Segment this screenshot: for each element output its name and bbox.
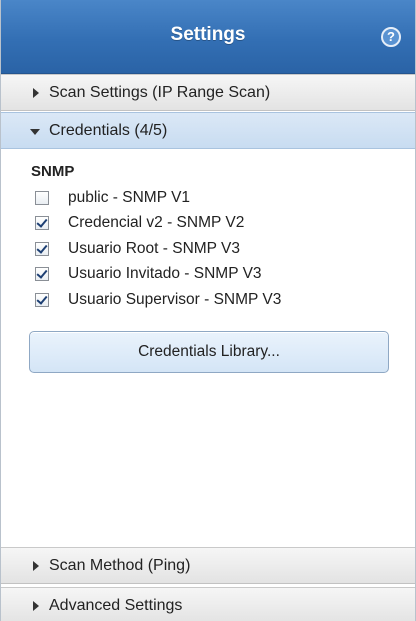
credential-item[interactable]: Usuario Supervisor - SNMP V3 (35, 287, 281, 313)
credential-checkbox[interactable] (35, 292, 49, 307)
section-advanced-settings[interactable]: Advanced Settings (1, 587, 415, 621)
credential-checkbox[interactable] (35, 267, 49, 282)
chevron-right-icon (33, 88, 39, 98)
section-credentials[interactable]: Credentials (4/5) (1, 112, 415, 149)
settings-title-bar: Settings ? (1, 0, 415, 74)
chevron-right-icon (33, 561, 39, 571)
snmp-group-title: SNMP (31, 163, 75, 180)
credentials-content: SNMP public - SNMP V1 Credencial v2 - SN… (1, 149, 415, 545)
credential-label: Usuario Invitado - SNMP V3 (68, 265, 262, 283)
credential-item[interactable]: public - SNMP V1 (35, 185, 281, 211)
credential-item[interactable]: Usuario Invitado - SNMP V3 (35, 262, 281, 288)
credential-checkbox[interactable] (35, 241, 49, 256)
chevron-right-icon (33, 601, 39, 611)
credential-label: Usuario Supervisor - SNMP V3 (68, 290, 282, 308)
credential-list: public - SNMP V1 Credencial v2 - SNMP V2… (35, 185, 281, 313)
page-title: Settings (170, 24, 246, 45)
credential-item[interactable]: Credencial v2 - SNMP V2 (35, 211, 281, 237)
credential-checkbox[interactable] (35, 190, 49, 205)
settings-panel: Settings ? Scan Settings (IP Range Scan)… (0, 0, 416, 621)
credential-label: Credencial v2 - SNMP V2 (68, 214, 245, 232)
help-icon[interactable]: ? (381, 27, 401, 47)
credential-item[interactable]: Usuario Root - SNMP V3 (35, 236, 281, 262)
section-label: Advanced Settings (49, 597, 183, 614)
chevron-down-icon (30, 129, 40, 135)
section-scan-method[interactable]: Scan Method (Ping) (1, 547, 415, 584)
section-label: Scan Method (Ping) (49, 557, 191, 574)
section-label: Credentials (4/5) (49, 122, 168, 139)
credential-label: Usuario Root - SNMP V3 (68, 239, 240, 257)
section-label: Scan Settings (IP Range Scan) (49, 84, 271, 101)
section-scan-settings[interactable]: Scan Settings (IP Range Scan) (1, 74, 415, 111)
credential-label: public - SNMP V1 (68, 188, 191, 206)
credentials-library-button[interactable]: Credentials Library... (29, 331, 389, 373)
credential-checkbox[interactable] (35, 216, 49, 231)
